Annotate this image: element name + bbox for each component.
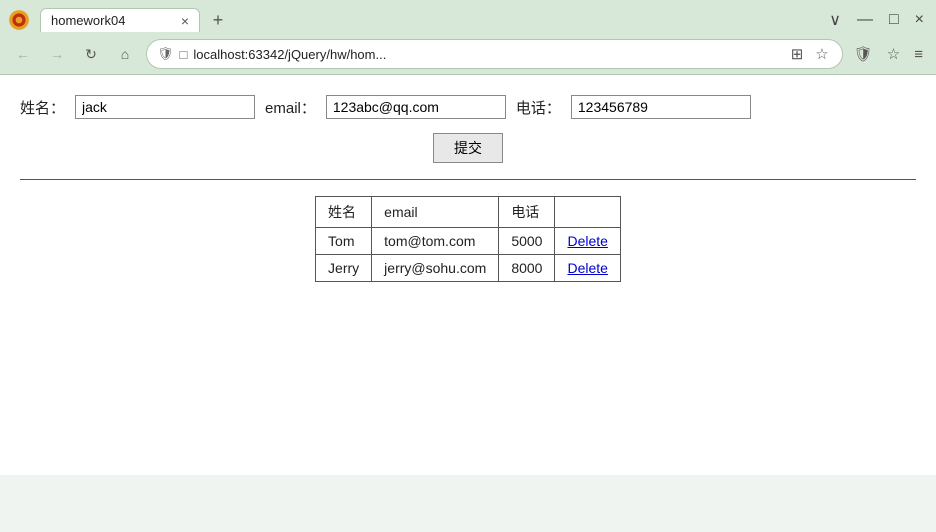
email-input[interactable]	[326, 95, 506, 119]
cell-action: Delete	[555, 255, 620, 282]
col-header-action	[555, 197, 620, 228]
bookmark-star-icon[interactable]: ☆	[812, 43, 831, 65]
col-header-name: 姓名	[316, 197, 372, 228]
phone-label: 电话：	[516, 97, 561, 118]
browser-chrome: homework04 × + ∨ — □ × ← → ↻ ⌂ 🛡 □ local…	[0, 0, 936, 75]
submit-button[interactable]: 提交	[433, 133, 503, 163]
maximize-button[interactable]: □	[885, 9, 903, 31]
name-label: 姓名：	[20, 97, 65, 118]
form-row: 姓名： email： 电话：	[20, 95, 916, 119]
col-header-phone: 电话	[499, 197, 555, 228]
delete-button[interactable]: Delete	[567, 260, 607, 276]
firefox-logo-icon	[8, 9, 30, 31]
cell-name: Tom	[316, 228, 372, 255]
qr-code-icon[interactable]: ⊞	[788, 43, 807, 65]
phone-input[interactable]	[571, 95, 751, 119]
col-header-email: email	[372, 197, 499, 228]
minimize-button[interactable]: —	[853, 9, 877, 31]
new-tab-button[interactable]: +	[204, 6, 232, 34]
name-input[interactable]	[75, 95, 255, 119]
cell-name: Jerry	[316, 255, 372, 282]
tab-bar-right: ∨ — □ ×	[825, 8, 928, 32]
tab-close-button[interactable]: ×	[181, 14, 189, 28]
page-icon: □	[180, 47, 188, 62]
home-button[interactable]: ⌂	[112, 41, 138, 67]
address-bar: ← → ↻ ⌂ 🛡 □ localhost:63342/jQuery/hw/ho…	[0, 34, 936, 74]
email-label: email：	[265, 97, 316, 118]
tab-bar: homework04 × + ∨ — □ ×	[0, 0, 936, 34]
active-tab[interactable]: homework04 ×	[40, 8, 200, 32]
close-window-button[interactable]: ×	[911, 9, 928, 31]
security-shield-icon: 🛡	[157, 46, 174, 62]
cell-action: Delete	[555, 228, 620, 255]
browser-menu-button[interactable]: ≡	[911, 44, 926, 65]
shield2-icon[interactable]: 🛡	[851, 43, 876, 65]
address-input-wrap[interactable]: 🛡 □ localhost:63342/jQuery/hw/hom... ⊞ ☆	[146, 39, 843, 69]
divider	[20, 179, 916, 180]
page-content: 姓名： email： 电话： 提交 姓名 email 电话 Tomtom@tom…	[0, 75, 936, 475]
delete-button[interactable]: Delete	[567, 233, 607, 249]
table-wrap: 姓名 email 电话 Tomtom@tom.com5000DeleteJerr…	[20, 196, 916, 282]
cell-email: jerry@sohu.com	[372, 255, 499, 282]
more-tools-button[interactable]: ☆	[884, 43, 903, 65]
cell-email: tom@tom.com	[372, 228, 499, 255]
refresh-button[interactable]: ↻	[78, 41, 104, 67]
back-button[interactable]: ←	[10, 41, 36, 67]
cell-phone: 5000	[499, 228, 555, 255]
submit-row: 提交	[20, 133, 916, 163]
table-header-row: 姓名 email 电话	[316, 197, 621, 228]
data-table: 姓名 email 电话 Tomtom@tom.com5000DeleteJerr…	[315, 196, 621, 282]
address-text: localhost:63342/jQuery/hw/hom...	[193, 47, 781, 62]
tab-title: homework04	[51, 13, 173, 28]
table-row: Tomtom@tom.com5000 Delete	[316, 228, 621, 255]
chevron-down-icon[interactable]: ∨	[825, 8, 845, 32]
table-row: Jerryjerry@sohu.com8000 Delete	[316, 255, 621, 282]
forward-button[interactable]: →	[44, 41, 70, 67]
cell-phone: 8000	[499, 255, 555, 282]
